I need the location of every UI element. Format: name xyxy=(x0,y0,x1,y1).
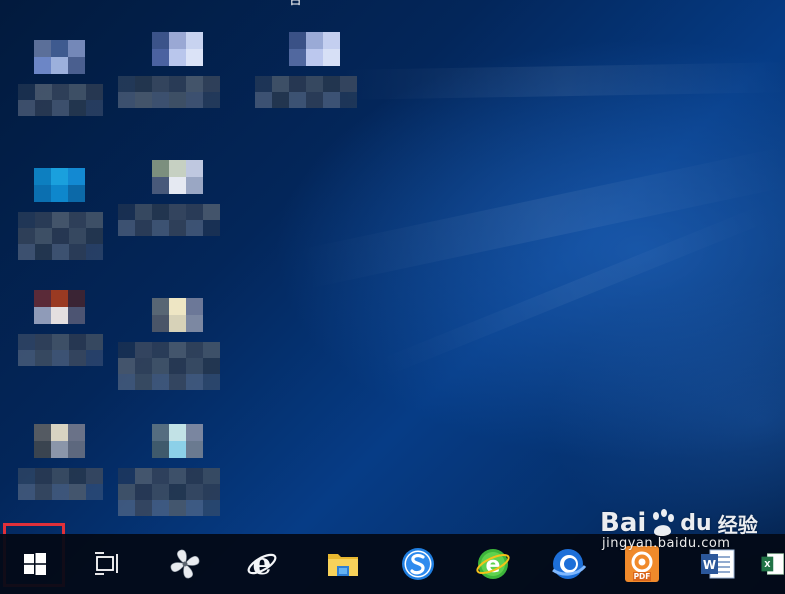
desktop-icon-label-blurred xyxy=(18,468,103,500)
watermark-url: jingyan.baidu.com xyxy=(602,536,731,551)
desktop-icon-label-blurred xyxy=(18,84,103,116)
desktop[interactable]: 台 xyxy=(0,0,785,594)
watermark-logo-text: Bai xyxy=(600,508,647,538)
desktop-icon-2[interactable] xyxy=(118,32,238,142)
desktop-icon-image xyxy=(34,168,85,202)
desktop-icon-label-blurred xyxy=(118,204,220,236)
word-badge-text: W xyxy=(703,558,716,572)
desktop-icon-image xyxy=(152,424,203,458)
svg-text:X: X xyxy=(764,559,771,569)
windows-logo-icon xyxy=(24,553,46,575)
excel-icon: X xyxy=(761,553,784,575)
desktop-icon-9[interactable] xyxy=(118,424,238,534)
360-browser-button[interactable]: e xyxy=(463,534,523,594)
qq-browser-button[interactable] xyxy=(538,534,598,594)
wallpaper-light-beam xyxy=(295,146,785,290)
desktop-icon-image xyxy=(34,290,85,324)
baidu-jingyan-watermark: Bai du 经验 jingyan.baidu.com xyxy=(600,508,758,551)
360-browser-icon: e xyxy=(476,549,510,579)
desktop-icon-label-blurred xyxy=(118,342,220,390)
desktop-icon-7[interactable] xyxy=(118,298,238,408)
desktop-icon-label-blurred xyxy=(255,76,357,108)
task-view-icon xyxy=(95,552,118,575)
task-view-button[interactable] xyxy=(77,534,137,594)
internet-explorer-icon: e xyxy=(247,547,277,581)
desktop-icon-image xyxy=(289,32,340,66)
pinwheel-app-button[interactable] xyxy=(155,534,215,594)
svg-text:e: e xyxy=(252,547,271,581)
file-explorer-button[interactable] xyxy=(313,534,373,594)
baidu-paw-icon xyxy=(653,509,675,537)
desktop-icon-3[interactable] xyxy=(255,32,375,142)
desktop-icon-label-blurred xyxy=(118,468,220,516)
start-button[interactable] xyxy=(5,534,65,594)
wallpaper-light-beam xyxy=(339,62,785,100)
qq-browser-icon xyxy=(552,549,587,579)
desktop-icon-label-blurred xyxy=(18,212,103,260)
excel-button[interactable]: X xyxy=(760,534,785,594)
file-explorer-icon xyxy=(328,554,358,576)
watermark-logo-cn: 经验 xyxy=(717,512,758,537)
desktop-icon-image xyxy=(34,40,85,74)
desktop-icon-image xyxy=(152,32,203,66)
watermark-logo-text-2: du xyxy=(680,510,712,536)
desktop-icon-image xyxy=(152,298,203,332)
desktop-icon-5[interactable] xyxy=(118,160,238,270)
desktop-icon-image xyxy=(34,424,85,458)
desktop-icon-label-blurred xyxy=(18,334,103,366)
sogou-browser-button[interactable] xyxy=(388,534,448,594)
desktop-icon-label-blurred xyxy=(118,76,220,108)
clipped-desktop-label: 台 xyxy=(289,0,303,8)
sogou-browser-icon xyxy=(402,548,434,580)
internet-explorer-button[interactable]: e xyxy=(232,534,292,594)
desktop-icon-image xyxy=(152,160,203,194)
pinwheel-app-icon xyxy=(170,549,200,579)
pdf-badge-text: PDF xyxy=(634,572,651,581)
